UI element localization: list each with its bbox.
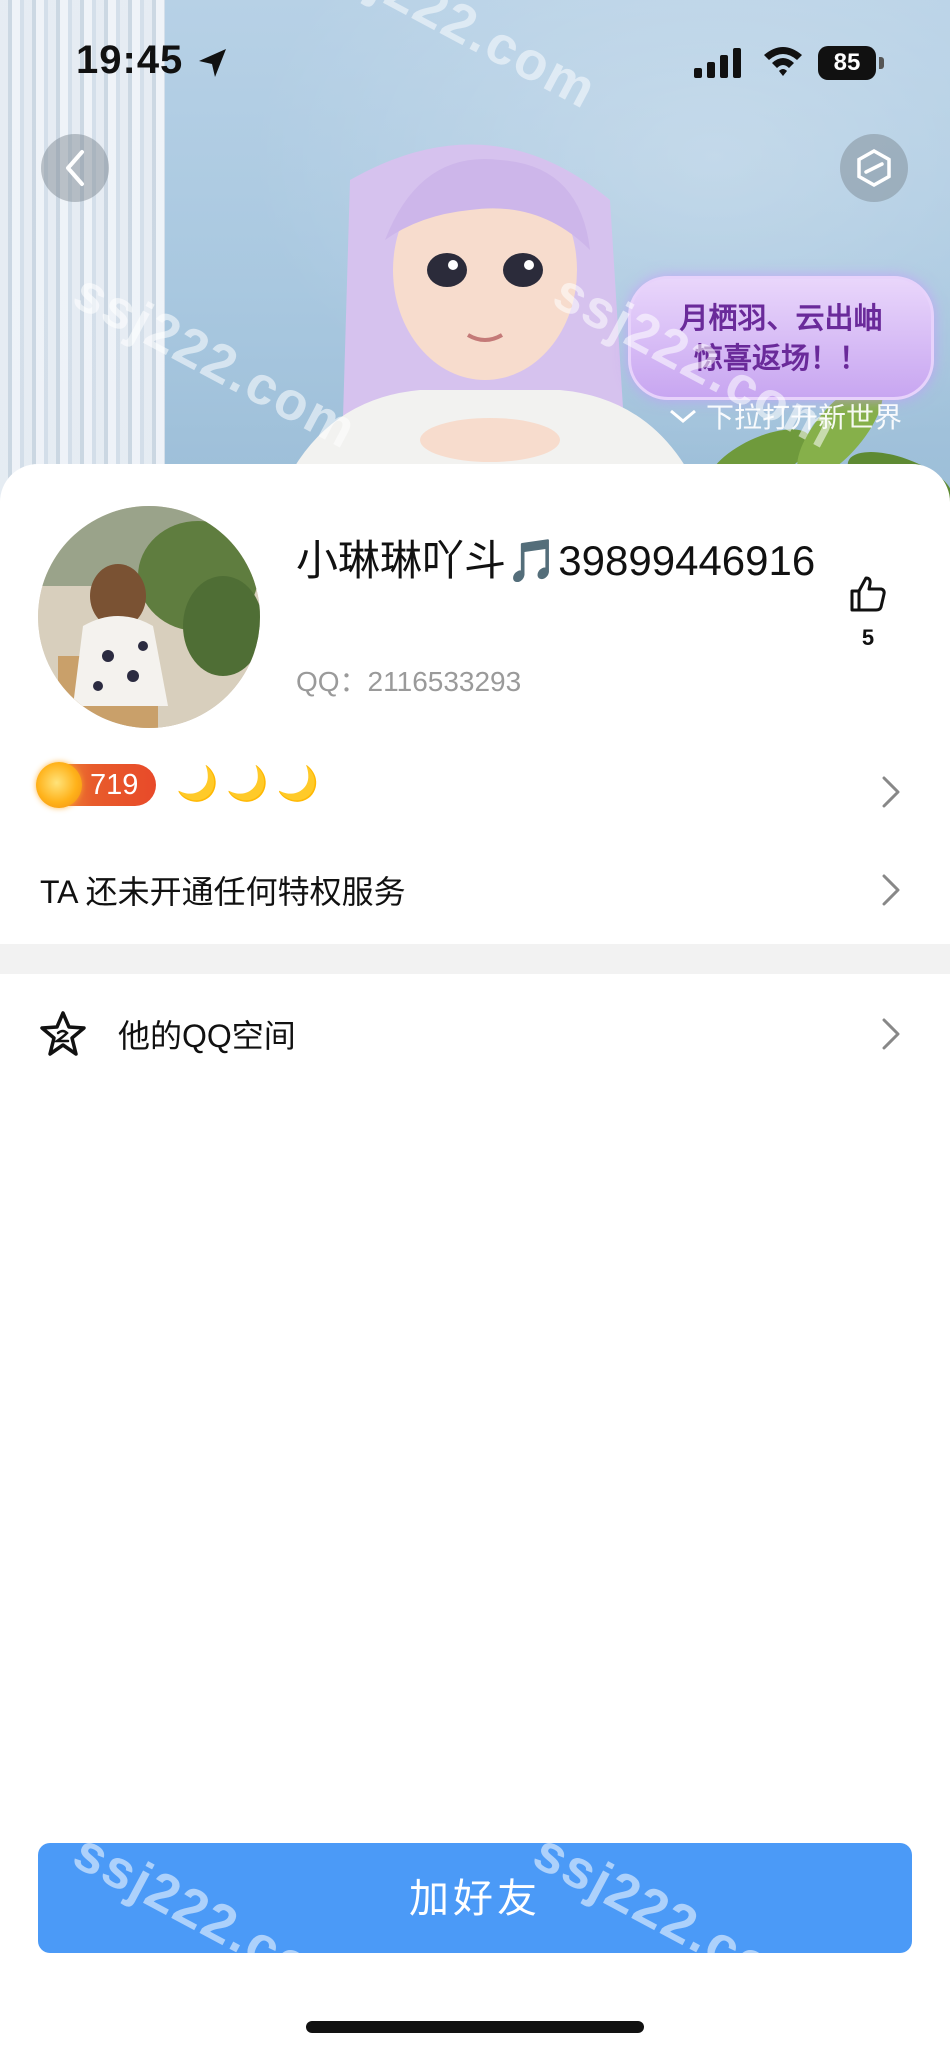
sun-icon — [36, 762, 82, 808]
chevron-down-icon — [670, 409, 696, 423]
wifi-icon — [764, 47, 802, 76]
qq-number: QQ：2116533293 — [296, 666, 522, 697]
privilege-row[interactable]: TA 还未开通任何特权服务 — [0, 862, 950, 918]
profile-banner[interactable]: 19:45 85 月栖羽、云出岫 惊喜返场！！ 下拉打开新世界 — [0, 0, 950, 520]
qzone-row[interactable]: 他的QQ空间 — [0, 1004, 950, 1064]
promo-bubble[interactable]: 月栖羽、云出岫 惊喜返场！！ — [628, 276, 934, 400]
section-divider — [0, 944, 950, 974]
privilege-text: TA 还未开通任何特权服务 — [40, 874, 406, 910]
battery-level: 85 — [818, 46, 876, 80]
thumbs-up-icon — [850, 576, 886, 612]
moon-icon: 🌙 — [276, 765, 320, 803]
pull-hint-text: 下拉打开新世界 — [706, 402, 903, 433]
add-friend-button[interactable]: 加好友 — [38, 1843, 912, 1953]
like-button[interactable]: 5 — [838, 574, 898, 651]
avatar-photo — [38, 506, 260, 728]
back-button[interactable] — [41, 134, 109, 202]
home-indicator[interactable] — [306, 2021, 644, 2033]
chevron-right-icon — [882, 1018, 900, 1050]
profile-avatar[interactable] — [38, 506, 260, 728]
chevron-right-icon — [882, 874, 900, 906]
chevron-left-icon — [66, 150, 84, 186]
cellular-signal-icon — [694, 48, 741, 78]
nickname: 小琳琳吖斗🎵39899446916 — [296, 537, 816, 584]
status-bar: 19:45 85 — [0, 0, 950, 120]
like-count: 5 — [861, 625, 875, 650]
location-arrow-icon — [199, 49, 226, 77]
pull-down-hint: 下拉打开新世界 — [668, 396, 902, 436]
chevron-right-icon — [882, 776, 900, 808]
moon-icon: 🌙 — [226, 765, 269, 803]
level-row[interactable]: 719 🌙 🌙 🌙 — [0, 762, 950, 820]
moon-icon: 🌙 — [176, 765, 219, 803]
qzone-label: 他的QQ空间 — [118, 1018, 296, 1054]
battery-cap — [879, 57, 884, 69]
moon-icons: 🌙 🌙 🌙 — [176, 764, 319, 804]
star-icon — [40, 1011, 86, 1056]
hexagon-icon — [857, 148, 891, 188]
battery-icon: 85 — [818, 46, 886, 80]
more-options-button[interactable] — [840, 134, 908, 202]
status-time: 19:45 — [76, 38, 184, 82]
promo-line-1: 月栖羽、云出岫 — [679, 301, 883, 335]
promo-line-2: 惊喜返场！！ — [693, 341, 868, 375]
